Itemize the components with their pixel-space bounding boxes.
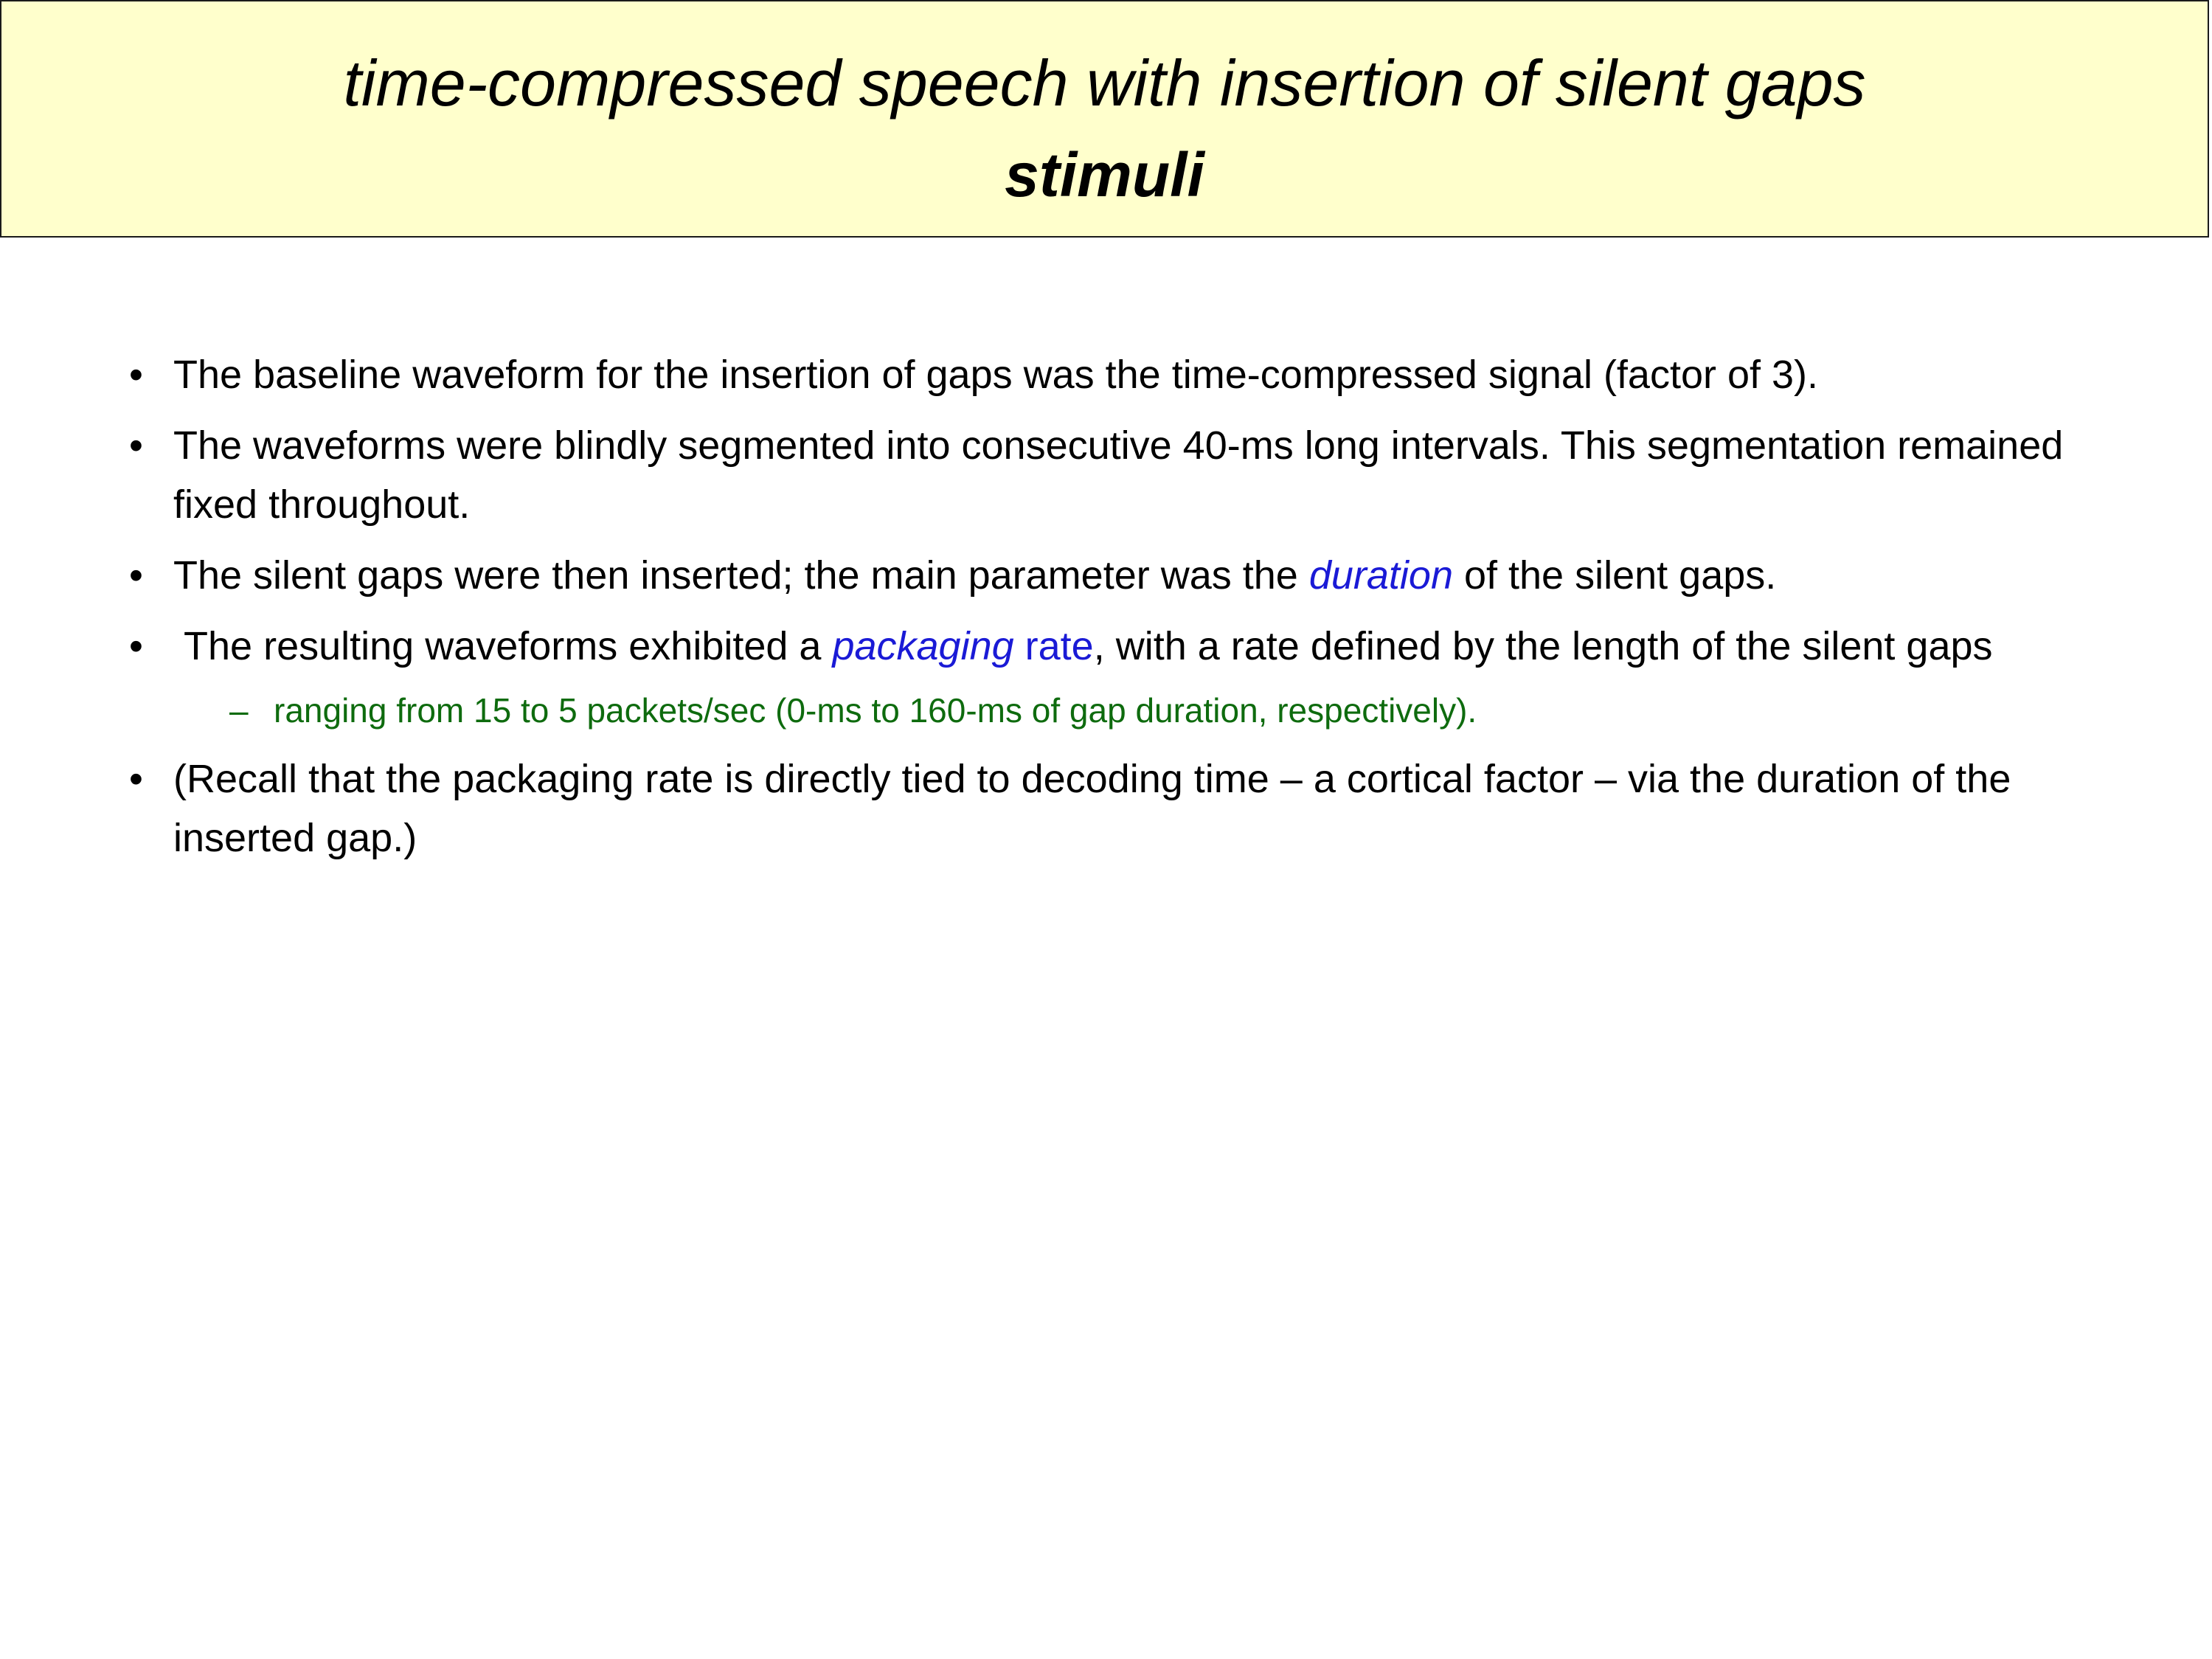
- bullet-icon: •: [129, 553, 143, 598]
- bullet-text-part: , with a rate defined by the length of t…: [1093, 624, 1993, 668]
- sub-bullet-item: – ranging from 15 to 5 packets/sec (0-ms…: [129, 686, 2150, 735]
- slide-body: • The baseline waveform for the insertio…: [129, 345, 2150, 879]
- sub-bullet-text: ranging from 15 to 5 packets/sec (0-ms t…: [274, 691, 1477, 730]
- bullet-text-part: of the silent gaps.: [1452, 553, 1777, 598]
- bullet-text: The baseline waveform for the insertion …: [173, 353, 1819, 397]
- bullet-text-part: The silent gaps were then inserted; the …: [173, 553, 1309, 598]
- slide-title: time-compressed speech with insertion of…: [343, 46, 1866, 120]
- slide-title-box: time-compressed speech with insertion of…: [0, 0, 2209, 238]
- slide-subtitle: stimuli: [1005, 140, 1204, 209]
- bullet-item: • The resulting waveforms exhibited a pa…: [129, 617, 2150, 676]
- bullet-item: • The baseline waveform for the insertio…: [129, 345, 2150, 404]
- dash-icon: –: [229, 691, 249, 730]
- highlight-term: packaging: [832, 624, 1014, 668]
- bullet-text: (Recall that the packaging rate is direc…: [173, 757, 2011, 860]
- bullet-text: The silent gaps were then inserted; the …: [173, 553, 1776, 598]
- bullet-item: • The waveforms were blindly segmented i…: [129, 416, 2150, 534]
- bullet-item: • (Recall that the packaging rate is dir…: [129, 749, 2150, 867]
- bullet-text-part: The resulting waveforms exhibited a: [173, 624, 833, 668]
- bullet-icon: •: [129, 624, 143, 668]
- bullet-icon: •: [129, 423, 143, 468]
- highlight-term: duration: [1308, 553, 1453, 598]
- bullet-text: The waveforms were blindly segmented int…: [173, 423, 2064, 527]
- bullet-icon: •: [129, 353, 143, 397]
- bullet-text: The resulting waveforms exhibited a pack…: [173, 624, 1993, 668]
- highlight-term: rate: [1013, 624, 1094, 668]
- bullet-icon: •: [129, 757, 143, 801]
- bullet-item: • The silent gaps were then inserted; th…: [129, 546, 2150, 605]
